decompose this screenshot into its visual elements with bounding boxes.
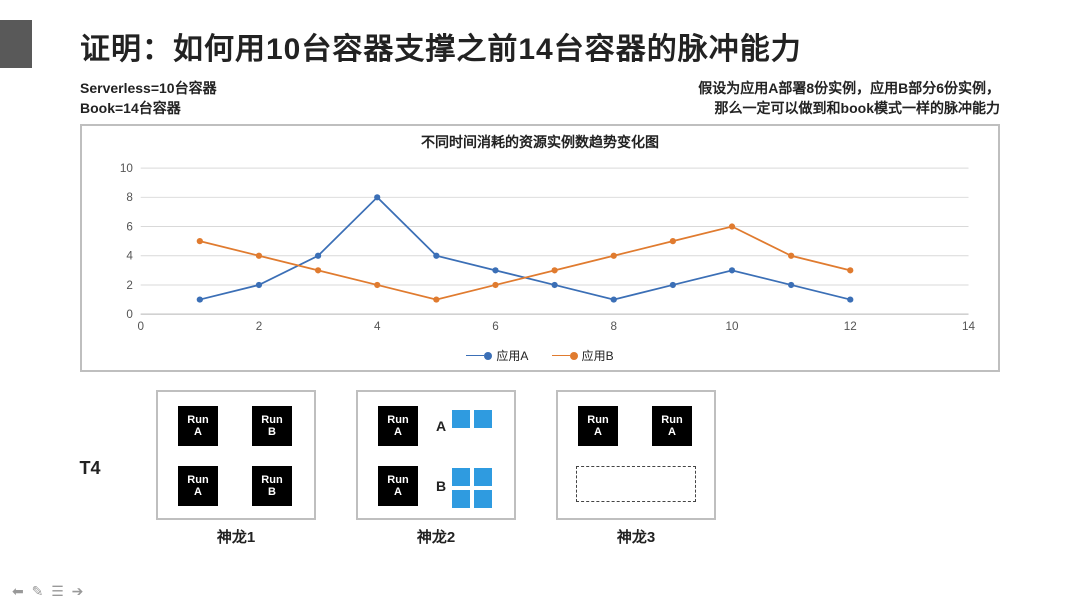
page-title: 证明：如何用10台容器支撑之前14台容器的脉冲能力 (80, 24, 1020, 68)
assumption-line2: 那么一定可以做到和book模式一样的脉冲能力 (698, 98, 1000, 118)
accent-bar (0, 20, 32, 68)
resource-square (452, 468, 470, 486)
svg-text:4: 4 (374, 320, 381, 333)
legend-label-a: 应用A (496, 347, 528, 364)
box-caption-1: 神龙1 (156, 526, 316, 547)
legend-dot-a (484, 352, 492, 360)
resource-square (474, 468, 492, 486)
subtitle-row: Serverless=10台容器 Book=14台容器 假设为应用A部署8份实例… (80, 78, 1000, 118)
chart-panel: 不同时间消耗的资源实例数趋势变化图 0 2 4 6 8 10 0 2 4 6 8 10 12 14 应用A… (80, 124, 1000, 372)
server-box-2: Run A Run A A B (356, 390, 516, 520)
svg-text:14: 14 (962, 320, 975, 333)
time-label: T4 (60, 458, 120, 479)
resource-square (474, 410, 492, 428)
svg-text:6: 6 (492, 320, 499, 333)
run-a-block: Run A (178, 466, 218, 506)
svg-text:6: 6 (126, 220, 133, 233)
resource-square (452, 410, 470, 428)
run-a-block: Run A (578, 406, 618, 446)
svg-text:0: 0 (137, 320, 144, 333)
empty-slot (576, 466, 696, 502)
run-a-block: Run A (652, 406, 692, 446)
svg-text:4: 4 (126, 250, 133, 263)
svg-text:2: 2 (256, 320, 263, 333)
subtitle-right: 假设为应用A部署8份实例，应用B部分6份实例， 那么一定可以做到和book模式一… (698, 78, 1000, 118)
chart-title: 不同时间消耗的资源实例数趋势变化图 (92, 132, 988, 152)
legend-item-a: 应用A (466, 347, 528, 364)
svg-text:8: 8 (126, 191, 133, 204)
svg-text:0: 0 (126, 308, 133, 321)
footer-nav-icons[interactable]: ⬅ ✎ ☰ ➔ (12, 583, 85, 600)
svg-text:10: 10 (726, 320, 739, 333)
diagram-row: T4 Run A Run B Run A Run B 神龙1 Run A Run… (60, 390, 1000, 547)
run-b-block: Run B (252, 406, 292, 446)
book-label: Book=14台容器 (80, 98, 217, 118)
line-chart: 0 2 4 6 8 10 0 2 4 6 8 10 12 14 (92, 156, 988, 336)
run-a-block: Run A (178, 406, 218, 446)
svg-text:10: 10 (120, 162, 133, 175)
server-box-3-wrap: Run A Run A 神龙3 (556, 390, 716, 547)
resource-label-b: B (436, 478, 446, 494)
box-caption-2: 神龙2 (356, 526, 516, 547)
server-box-3: Run A Run A (556, 390, 716, 520)
resource-square (474, 490, 492, 508)
assumption-line1: 假设为应用A部署8份实例，应用B部分6份实例， (698, 78, 1000, 98)
run-a-block: Run A (378, 466, 418, 506)
run-a-block: Run A (378, 406, 418, 446)
legend-dot-b (570, 352, 578, 360)
server-boxes: Run A Run B Run A Run B 神龙1 Run A Run A … (156, 390, 716, 547)
legend-label-b: 应用B (582, 347, 614, 364)
server-box-1-wrap: Run A Run B Run A Run B 神龙1 (156, 390, 316, 547)
chart-legend: 应用A 应用B (92, 345, 988, 364)
legend-line-b (552, 355, 570, 356)
legend-line-a (466, 355, 484, 356)
svg-text:2: 2 (126, 279, 133, 292)
server-box-1: Run A Run B Run A Run B (156, 390, 316, 520)
svg-text:12: 12 (844, 320, 857, 333)
resource-label-a: A (436, 418, 446, 434)
server-box-2-wrap: Run A Run A A B 神龙2 (356, 390, 516, 547)
box-caption-3: 神龙3 (556, 526, 716, 547)
resource-square (452, 490, 470, 508)
serverless-label: Serverless=10台容器 (80, 78, 217, 98)
subtitle-left: Serverless=10台容器 Book=14台容器 (80, 78, 217, 118)
legend-item-b: 应用B (552, 347, 614, 364)
svg-text:8: 8 (610, 320, 617, 333)
run-b-block: Run B (252, 466, 292, 506)
